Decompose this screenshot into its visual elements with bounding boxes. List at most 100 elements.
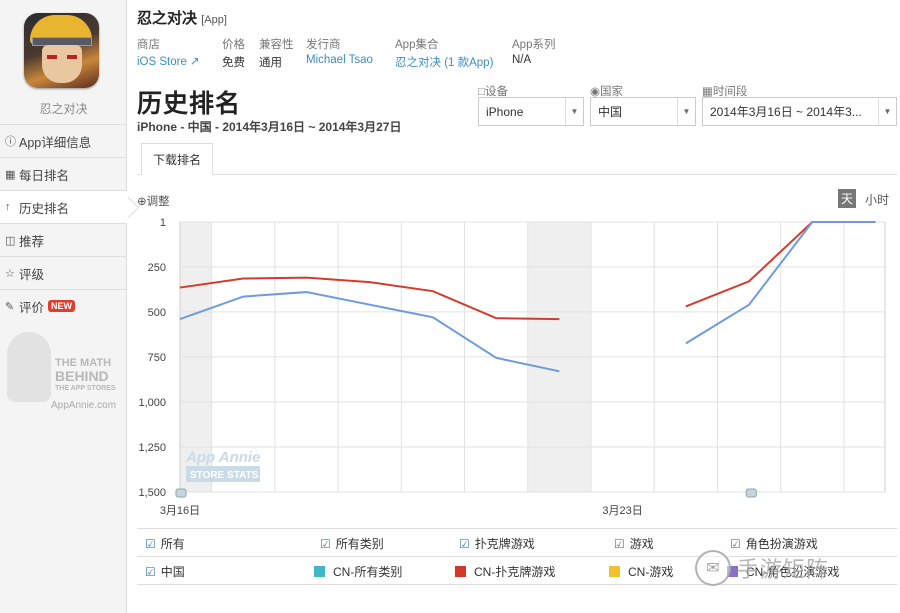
chevron-down-icon: ▼ [565,98,583,125]
legend-category-checkbox[interactable]: ☑ 所有 [145,535,185,552]
meta-key: App系列 [512,39,556,51]
device-value: iPhone [486,104,524,119]
legend-series-label: CN-所有类别 [333,565,403,579]
ranking-chart: 1 250 500 750 1,000 1,250 1,500 3月16日 3月23日 App A… [138,217,886,517]
legend-category-label: 扑克牌游戏 [474,537,535,551]
legend-series-label: CN-扑克牌游戏 [474,565,556,579]
meta-value: 免费 [222,57,245,69]
featured-icon: ◫ [5,234,16,247]
date-range-value: 2014年3月16日 ~ 2014年3... [710,105,862,119]
wechat-watermark: ✉ 手游矩阵 [695,548,900,588]
chart-watermark-subtitle: STORE STATS [190,470,259,481]
legend-series-item[interactable]: CN-游戏 [609,563,673,580]
y-tick-label: 750 [148,352,166,364]
app-name: 忍之对决 [137,10,198,27]
comments-icon: ✎ [5,300,15,313]
legend-category-label: 所有 [160,537,185,551]
legend-category-checkbox[interactable]: ☑ 游戏 [614,535,654,552]
legend-series-label: CN-游戏 [628,565,674,579]
sidebar-item-4[interactable]: ☆ 评级 [0,256,127,289]
zoom-icon: ⊕ [137,196,147,208]
legend-swatch [455,566,466,577]
logo-line3: THE APP STORES [55,385,116,392]
legend-category-checkbox[interactable]: ☑ 扑克牌游戏 [459,535,535,552]
wechat-icon: ✉ [695,550,731,586]
x-tick-label: 3月23日 [602,505,642,517]
sidebar-item-1[interactable]: ▦ 每日排名 [0,157,127,190]
sidebar-item-2[interactable]: ↑ 历史排名 [0,190,127,223]
sidebar-item-label: 推荐 [19,234,45,249]
tab-downloads[interactable]: 下载排名 [141,143,213,175]
info-icon: ⓘ [5,136,16,148]
app-title: 忍之对决 [App] [137,7,227,28]
y-tick-label: 250 [148,262,166,274]
sidebar-item-0[interactable]: ⓘ App详细信息 [0,124,127,157]
sidebar-nav: ⓘ App详细信息 ▦ 每日排名 ↑ 历史排名 ◫ 推荐 ☆ 评级 ✎ 评价 NEW [0,124,127,322]
meta-field: 发行商 Michael Tsao [306,36,373,66]
meta-value[interactable]: iOS Store ↗ [137,54,200,68]
meta-value: 通用 [259,57,282,69]
chevron-down-icon: ▼ [677,98,695,125]
star-icon: ☆ [5,267,15,280]
x-tick-label: 3月16日 [160,505,200,517]
date-range-select[interactable]: 2014年3月16日 ~ 2014年3... ▼ [702,97,897,126]
granularity-hour-button[interactable]: 小时 [865,191,889,208]
sidebar: 忍之对决 ⓘ App详细信息 ▦ 每日排名 ↑ 历史排名 ◫ 推荐 ☆ 评级 ✎ 评价 NEW THE … [0,0,127,613]
meta-key: 兼容性 [259,39,294,51]
legend-country-checkbox[interactable]: ☑ 中国 [145,563,185,580]
tab-divider [137,174,897,175]
legend-series-item[interactable]: CN-所有类别 [314,563,402,580]
mascot-icon [7,332,51,402]
sidebar-app-name: 忍之对决 [39,102,88,116]
meta-key: App集合 [395,39,439,51]
checkbox-checked-icon: ☑ [459,536,470,551]
legend-swatch [314,566,325,577]
calendar-icon: ▦ [5,168,16,181]
legend-country-label: 中国 [160,565,185,579]
country-select[interactable]: 中国 ▼ [590,97,696,126]
logo-url[interactable]: AppAnnie.com [51,400,116,411]
meta-field: 兼容性 通用 [259,36,294,70]
checkbox-checked-icon: ☑ [145,564,156,579]
y-tick-label: 1 [160,217,166,229]
wechat-label: 手游矩阵 [737,557,830,582]
chart-watermark-title: App Annie [185,449,260,466]
meta-value[interactable]: 忍之对决 (1 款App) [395,54,493,70]
meta-field: App集合忍之对决 (1 款App) [395,36,493,70]
meta-value[interactable]: Michael Tsao [306,54,373,66]
range-handle-left [175,488,187,498]
range-handle-right [745,488,757,498]
series-line-1 [179,291,560,373]
legend-category-checkbox[interactable]: ☑ 所有类别 [320,535,384,552]
meta-value: N/A [512,54,532,66]
appannie-logo[interactable]: THE MATH BEHIND THE APP STORES AppAnnie.… [5,330,123,415]
sidebar-item-5[interactable]: ✎ 评价 NEW [0,289,127,322]
sidebar-item-label: App详细信息 [19,135,92,150]
checkbox-checked-icon: ☑ [145,536,156,551]
meta-field: 价格 免费 [222,36,245,70]
y-tick-label: 500 [148,307,166,319]
adjust-label: 调整 [146,196,170,208]
device-select[interactable]: iPhone ▼ [478,97,584,126]
sidebar-item-3[interactable]: ◫ 推荐 [0,223,127,256]
app-icon[interactable] [24,13,99,88]
granularity-day-button[interactable]: 天 [838,189,856,208]
page-title: 历史排名 [137,90,242,118]
app-type-tag: [App] [201,14,227,26]
meta-key: 商店 [137,39,160,51]
adjust-button[interactable]: ⊕调整 [137,193,170,209]
page-subtitle: iPhone - 中国 - 2014年3月16日 ~ 2014年3月27日 [137,120,402,134]
country-value: 中国 [598,105,623,119]
legend-series-item[interactable]: CN-扑克牌游戏 [455,563,555,580]
chevron-down-icon: ▼ [878,98,896,125]
arrow-up-icon: ↑ [5,201,11,213]
y-tick-label: 1,000 [138,397,166,409]
meta-key: 发行商 [306,39,341,51]
sidebar-item-label: 评价 [19,300,45,315]
logo-line2: BEHIND [55,368,109,384]
sidebar-item-label: 评级 [19,267,45,282]
y-tick-label: 1,250 [138,442,166,454]
sidebar-item-label: 每日排名 [19,168,70,183]
sidebar-item-label: 历史排名 [19,201,70,216]
checkbox-checked-icon: ☑ [320,536,331,551]
